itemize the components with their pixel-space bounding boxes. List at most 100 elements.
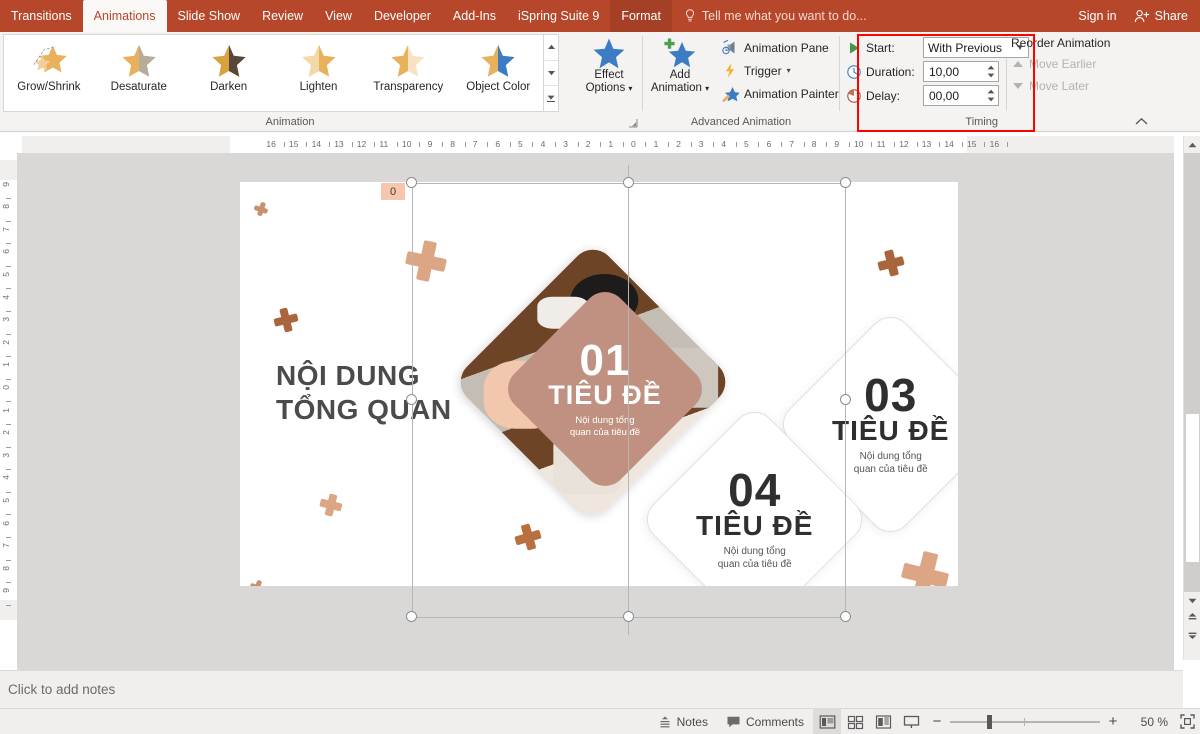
tab-transitions[interactable]: Transitions [0, 0, 83, 32]
animation-pane-button[interactable]: Animation Pane [717, 36, 844, 59]
tab-format[interactable]: Format [610, 0, 672, 32]
tell-me-search[interactable]: Tell me what you want to do... [672, 0, 877, 32]
collapse-ribbon-button[interactable] [1133, 113, 1149, 129]
zoom-out-button[interactable]: − [931, 714, 943, 729]
tab-add-ins[interactable]: Add-Ins [442, 0, 507, 32]
animation-painter-icon [722, 87, 739, 102]
scrollbar-thumb[interactable] [1185, 413, 1200, 563]
ruler-tick-mark [622, 142, 624, 147]
comments-button[interactable]: Comments [717, 709, 813, 734]
animation-pane-icon [722, 39, 735, 55]
ruler-tick-label: 6 [495, 139, 501, 149]
gallery-more-button[interactable] [544, 85, 558, 111]
normal-view-button[interactable] [813, 708, 841, 734]
ruler-tick-mark [713, 142, 715, 147]
effect-options-line1: Effect [594, 69, 624, 81]
gallery-scroll-down-button[interactable] [544, 59, 558, 86]
reading-view-button[interactable] [869, 709, 897, 734]
sign-in-button[interactable]: Sign in [1067, 0, 1127, 32]
animation-order-tag[interactable]: 0 [381, 183, 405, 200]
ruler-tick-label: 15 [967, 139, 977, 149]
tab-view[interactable]: View [314, 0, 363, 32]
zoom-in-button[interactable]: + [1107, 714, 1119, 729]
animation-object-color[interactable]: Object Color [453, 35, 543, 111]
delay-value: 00,00 [929, 88, 960, 103]
slide-sorter-button[interactable] [841, 709, 869, 734]
ruler-tick-label: 8 [450, 139, 455, 149]
ruler-tick-mark [600, 142, 602, 147]
tab-review[interactable]: Review [251, 0, 314, 32]
animation-lighten[interactable]: Lighten [274, 35, 364, 111]
previous-slide-button[interactable] [1184, 609, 1200, 626]
vruler-tick-label: 0 [1, 385, 11, 390]
tab-ispring-suite[interactable]: iSpring Suite 9 [507, 0, 610, 32]
animation-dialog-launcher[interactable] [628, 118, 639, 129]
zoom-slider-thumb[interactable] [987, 714, 992, 729]
card-03-subtitle-line1: Nội dung tổng [859, 451, 922, 463]
notes-pane[interactable]: Click to add notes [0, 670, 1183, 708]
notes-toggle-button[interactable]: Notes [649, 709, 717, 734]
vertical-scrollbar[interactable] [1183, 136, 1200, 660]
animation-gallery[interactable]: Grow/Shrink Desaturate Darken Lighten Tr… [3, 34, 559, 112]
vruler-tick-mark [6, 401, 11, 403]
next-slide-button[interactable] [1184, 626, 1200, 643]
gallery-scroll-up-button[interactable] [544, 35, 558, 60]
scroll-down-button[interactable] [1184, 592, 1200, 609]
spin-up-icon[interactable] [987, 89, 995, 94]
ruler-tick-mark [690, 142, 692, 147]
vruler-tick-mark [6, 582, 11, 584]
slideshow-icon [903, 715, 919, 728]
ribbon-group-advanced-animation: Add Animation ▾ Animation Pane Trigger ▾… [643, 32, 839, 131]
animation-painter-button[interactable]: Animation Painter [717, 82, 844, 105]
add-animation-button[interactable]: Add Animation ▾ [643, 32, 717, 95]
spin-down-icon[interactable] [987, 73, 995, 78]
notes-placeholder: Click to add notes [8, 682, 116, 697]
arrow-down-icon [1013, 83, 1023, 89]
move-later-button[interactable]: Move Later [1007, 75, 1089, 97]
effect-options-button[interactable]: Effect Options ▾ [580, 32, 638, 95]
card-03-number: 03 [863, 369, 918, 422]
slide-headline[interactable]: NỘI DUNG TỔNG QUAN [276, 360, 506, 426]
zoom-control[interactable]: − + 50 % [925, 714, 1174, 729]
delay-spin-arrows[interactable] [983, 86, 998, 105]
zoom-level-label[interactable]: 50 % [1126, 715, 1168, 729]
vertical-ruler[interactable]: 9 8 7 6 5 4 3 2 1 0 1 2 3 4 5 6 7 8 9 [0, 160, 17, 620]
spin-up-icon[interactable] [987, 65, 995, 70]
duration-spin-arrows[interactable] [983, 62, 998, 81]
gallery-more-icon [547, 95, 556, 103]
card-01-subtitle-line2: quan của tiêu đề [569, 427, 641, 439]
tab-developer[interactable]: Developer [363, 0, 442, 32]
move-earlier-button[interactable]: Move Earlier [1007, 53, 1096, 75]
slideshow-button[interactable] [897, 709, 925, 734]
delay-spinner[interactable]: 00,00 [923, 85, 999, 106]
ruler-tick-label: 1 [608, 139, 614, 149]
ribbon: Grow/Shrink Desaturate Darken Lighten Tr… [0, 32, 1200, 132]
horizontal-ruler[interactable]: 16 15 14 13 12 11 10 9 8 7 6 5 4 3 2 1 0 1 2 3 4 5 6 7 8 9 10 11 12 1… [22, 136, 1174, 153]
duration-spinner[interactable]: 10,00 [923, 61, 999, 82]
scroll-up-button[interactable] [1184, 136, 1200, 153]
vruler-tick-mark [6, 220, 11, 222]
animation-item-label: Grow/Shrink [17, 81, 81, 93]
tab-label: Developer [373, 8, 431, 23]
animation-desaturate[interactable]: Desaturate [94, 35, 184, 111]
zoom-slider[interactable] [950, 714, 1100, 729]
ruler-tick-mark [283, 142, 285, 147]
scrollbar-track[interactable] [1184, 153, 1200, 592]
spin-down-icon[interactable] [987, 97, 995, 102]
ruler-tick-label: 13 [921, 139, 932, 149]
gallery-scrollbar[interactable] [543, 35, 558, 111]
group-label-timing: Timing [965, 116, 998, 128]
animation-transparency[interactable]: Transparency [363, 35, 453, 111]
animation-darken[interactable]: Darken [184, 35, 274, 111]
trigger-button[interactable]: Trigger ▾ [717, 59, 844, 82]
share-button[interactable]: Share [1128, 0, 1200, 32]
ruler-tick-label: 11 [876, 139, 886, 149]
vruler-tick-mark [6, 514, 11, 516]
animation-grow-shrink[interactable]: Grow/Shrink [4, 35, 94, 111]
ruler-tick-label: 12 [356, 139, 367, 149]
card-04-subtitle-line2: quan của tiêu đề [717, 559, 792, 571]
tab-slide-show[interactable]: Slide Show [167, 0, 252, 32]
fit-to-window-button[interactable] [1174, 709, 1200, 734]
tab-animations[interactable]: Animations [82, 0, 167, 32]
slide[interactable]: 03 TIÊU ĐỀ Nội dung tổng quan của tiêu đ… [240, 182, 958, 586]
